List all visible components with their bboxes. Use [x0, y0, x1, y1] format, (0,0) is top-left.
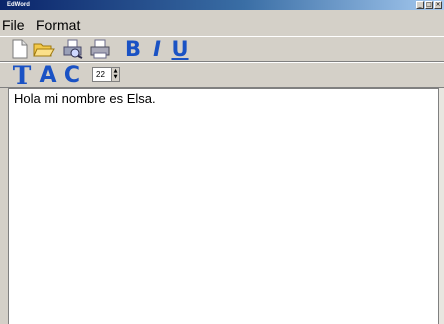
- open-button[interactable]: [32, 38, 56, 60]
- font-size-value: 22: [96, 70, 105, 79]
- menu-format[interactable]: Format: [36, 17, 80, 33]
- new-file-icon: [12, 39, 28, 59]
- menu-file[interactable]: File: [2, 17, 25, 33]
- title-bar: EdWord _ □ ×: [0, 0, 444, 10]
- minimize-button[interactable]: _: [416, 1, 424, 9]
- print-preview-button[interactable]: [61, 38, 85, 60]
- font-size-spin-buttons[interactable]: ▲ ▼: [111, 68, 119, 81]
- vertical-scrollbar[interactable]: [439, 88, 444, 324]
- print-preview-icon: [63, 39, 83, 59]
- app-window: EdWord _ □ × File Format B I U T A C 22 …: [0, 0, 444, 324]
- font-size-stepper[interactable]: 22 ▲ ▼: [92, 67, 120, 82]
- window-title: EdWord: [7, 2, 30, 8]
- color-button[interactable]: C: [62, 65, 82, 87]
- print-button[interactable]: [88, 38, 112, 60]
- editor-content[interactable]: Hola mi nombre es Elsa.: [14, 91, 156, 106]
- close-button[interactable]: ×: [434, 1, 442, 9]
- italic-button[interactable]: I: [148, 37, 166, 61]
- standard-toolbar: B I U: [0, 36, 444, 62]
- window-controls: _ □ ×: [416, 1, 442, 9]
- menu-bar: File Format: [0, 13, 444, 35]
- text-editor[interactable]: Hola mi nombre es Elsa.: [8, 88, 439, 324]
- format-toolbar: T A C: [0, 62, 444, 88]
- font-button[interactable]: A: [38, 65, 58, 87]
- text-style-button[interactable]: T: [11, 63, 33, 88]
- maximize-button[interactable]: □: [425, 1, 433, 9]
- print-icon: [90, 39, 110, 59]
- new-file-button[interactable]: [9, 38, 31, 60]
- open-folder-icon: [33, 43, 55, 57]
- underline-button[interactable]: U: [170, 37, 190, 61]
- bold-button[interactable]: B: [124, 37, 142, 61]
